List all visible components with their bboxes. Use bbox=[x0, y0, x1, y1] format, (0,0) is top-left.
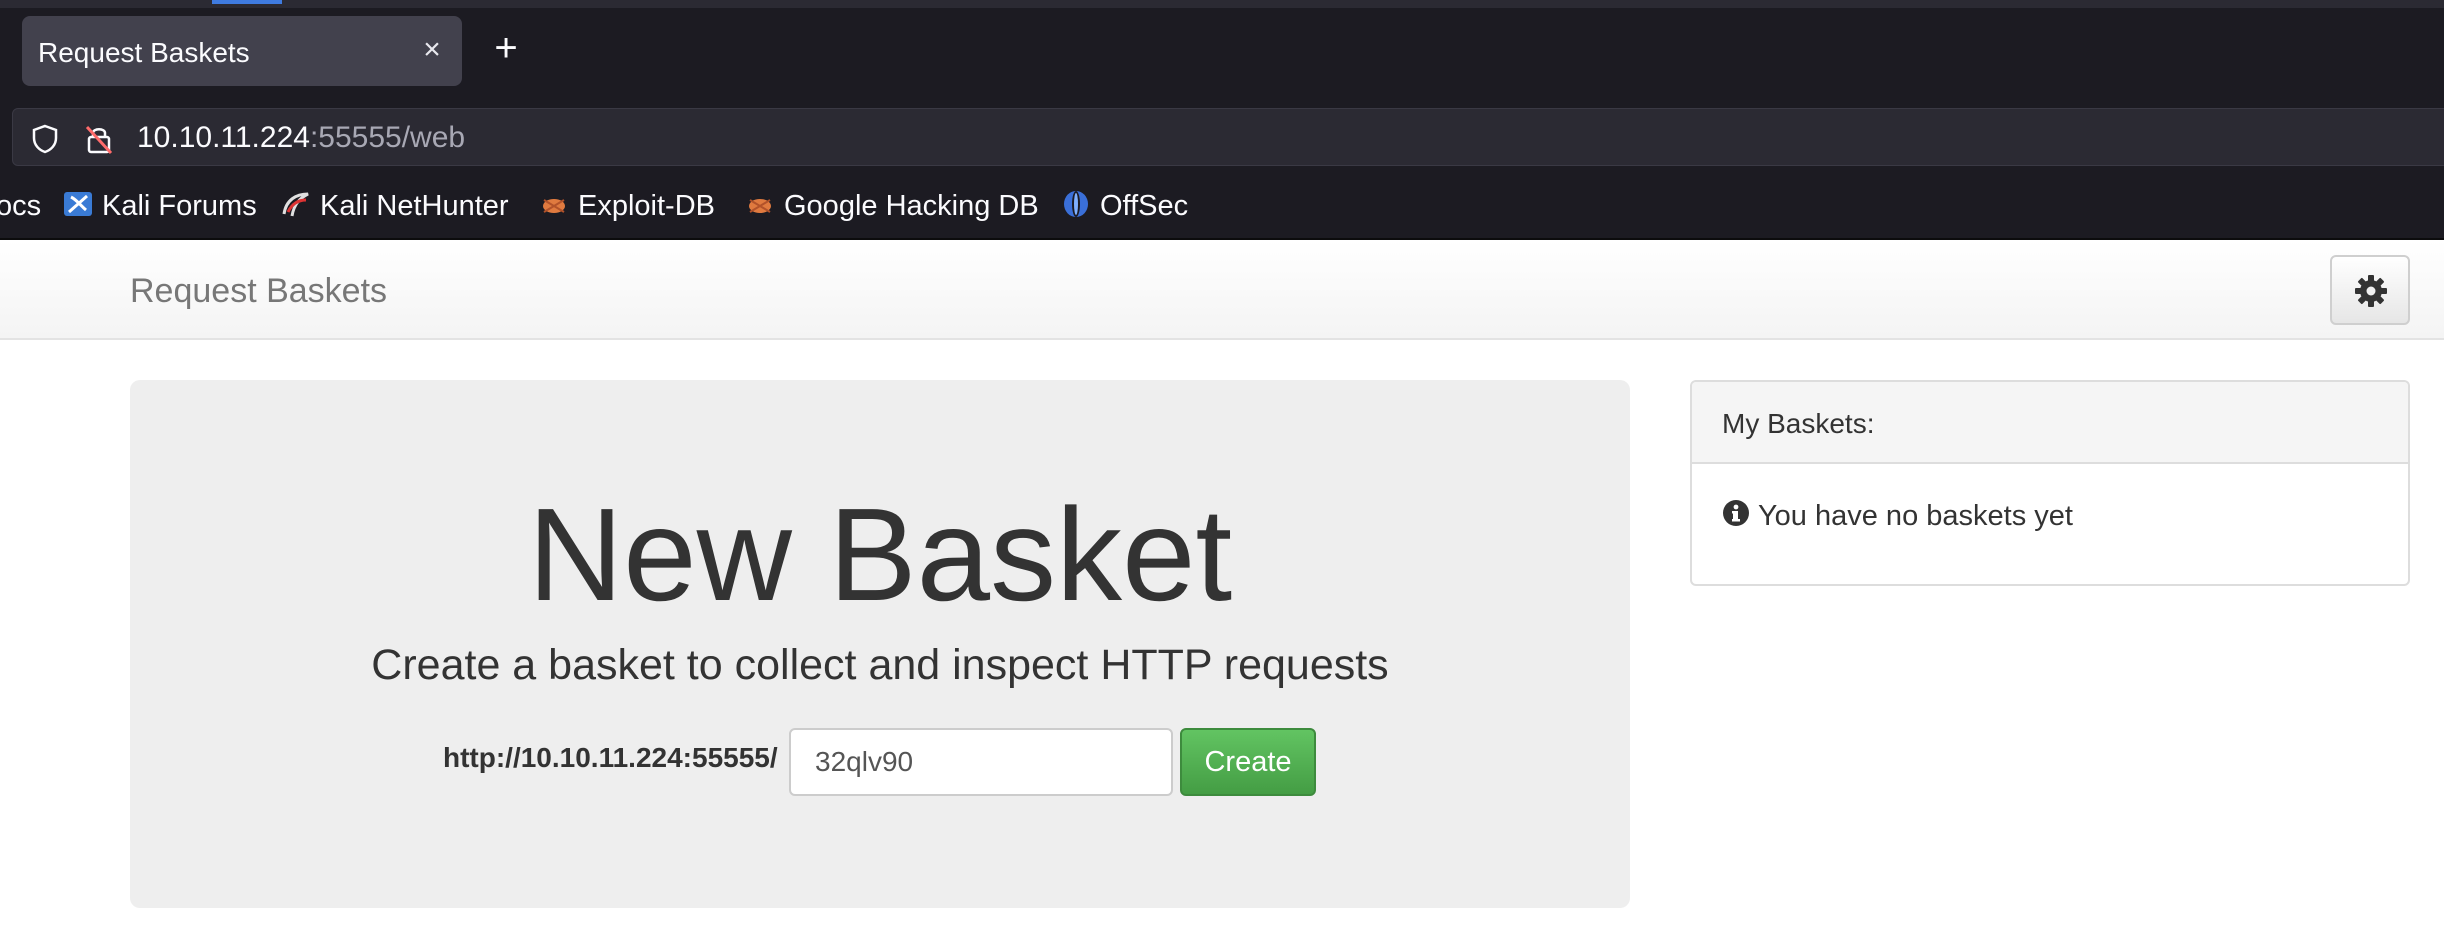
bookmark-kali-nethunter[interactable]: Kali NetHunter bbox=[280, 188, 509, 224]
create-basket-form: http://10.10.11.224:55555/ Create bbox=[130, 728, 1630, 798]
bookmark-docs[interactable]: ocs bbox=[0, 188, 41, 224]
page-title: New Basket bbox=[527, 481, 1233, 628]
basket-name-input[interactable] bbox=[789, 728, 1173, 796]
bookmark-label: Kali Forums bbox=[102, 190, 257, 222]
exploit-db-icon bbox=[543, 199, 565, 214]
bookmarks-toolbar: ocs Kali Forums Kali NetHunter Exploit-D… bbox=[0, 180, 2444, 234]
address-bar[interactable]: 10.10.11.224:55555/web bbox=[12, 108, 2444, 166]
browser-tab[interactable]: Request Baskets × bbox=[22, 16, 462, 86]
url-text[interactable]: 10.10.11.224:55555/web bbox=[137, 121, 465, 155]
empty-baskets-message: You have no baskets yet bbox=[1758, 500, 2073, 532]
panel-title: My Baskets: bbox=[1722, 408, 1875, 439]
basket-url-prefix: http://10.10.11.224:55555/ bbox=[443, 742, 778, 773]
bookmark-offsec[interactable]: OffSec bbox=[1060, 188, 1188, 224]
bookmark-label: Google Hacking DB bbox=[784, 190, 1039, 222]
bookmark-label: Exploit-DB bbox=[578, 190, 715, 222]
bookmark-exploit-db[interactable]: Exploit-DB bbox=[538, 188, 715, 224]
url-path: :55555/web bbox=[309, 121, 466, 154]
browser-chrome: Request Baskets × + 10.10.11.224:55555/w… bbox=[0, 0, 2444, 240]
info-circle-icon bbox=[1723, 500, 1749, 527]
bookmark-label: ocs bbox=[0, 190, 42, 222]
offsec-icon bbox=[1064, 191, 1088, 218]
panel-body: You have no baskets yet bbox=[1722, 500, 2073, 533]
tab-title: Request Baskets bbox=[38, 37, 250, 68]
close-icon[interactable]: × bbox=[414, 32, 450, 68]
plus-icon[interactable]: + bbox=[484, 28, 528, 72]
url-host: 10.10.11.224 bbox=[137, 121, 310, 154]
panel-heading: My Baskets: bbox=[1692, 382, 2408, 464]
settings-button[interactable] bbox=[2330, 255, 2410, 325]
google-hacking-db-icon bbox=[749, 199, 771, 214]
kali-forums-icon bbox=[64, 192, 92, 217]
window-title-strip bbox=[0, 0, 2444, 8]
new-basket-jumbotron: New Basket Create a basket to collect an… bbox=[130, 380, 1630, 908]
insecure-lock-icon[interactable] bbox=[83, 123, 115, 155]
bookmark-google-hacking-db[interactable]: Google Hacking DB bbox=[744, 188, 1039, 224]
navbar-brand[interactable]: Request Baskets bbox=[130, 272, 387, 311]
kali-nethunter-icon bbox=[282, 192, 309, 217]
gear-icon bbox=[2355, 275, 2387, 307]
create-button[interactable]: Create bbox=[1180, 728, 1316, 796]
page-subtitle: Create a basket to collect and inspect H… bbox=[371, 641, 1389, 689]
bookmark-label: Kali NetHunter bbox=[320, 190, 509, 222]
bookmark-label: OffSec bbox=[1100, 190, 1189, 222]
bookmark-kali-forums[interactable]: Kali Forums bbox=[62, 188, 257, 224]
active-workspace-indicator bbox=[212, 0, 282, 4]
shield-icon[interactable] bbox=[29, 123, 61, 155]
my-baskets-panel: My Baskets: You have no baskets yet bbox=[1690, 380, 2410, 586]
site-navbar: Request Baskets bbox=[0, 240, 2444, 340]
